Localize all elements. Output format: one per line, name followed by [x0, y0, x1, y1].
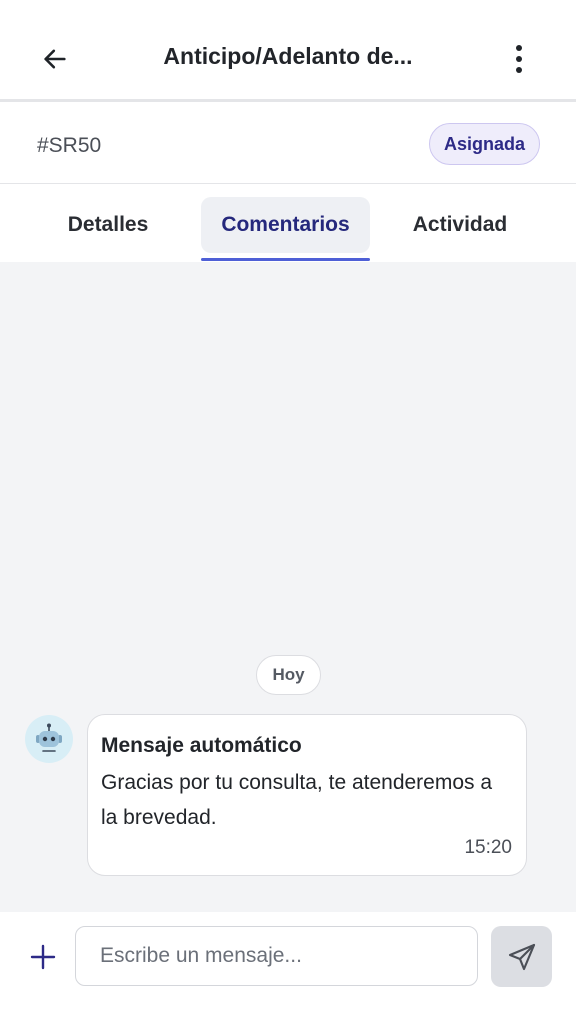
- back-button[interactable]: [34, 38, 76, 80]
- status-badge: Asignada: [428, 123, 540, 165]
- more-options-button[interactable]: [498, 38, 540, 80]
- page-title: Anticipo/Adelanto de...: [163, 43, 413, 69]
- robot-icon: [36, 723, 62, 752]
- arrow-left-icon: [44, 49, 66, 69]
- message-text: Gracias por tu consulta, te atenderemos …: [101, 771, 493, 829]
- ticket-chat-screen: Anticipo/Adelanto de... #SR50 Asignada D…: [0, 0, 576, 1024]
- message-time: 15:20: [464, 837, 512, 858]
- bot-avatar: [25, 715, 73, 763]
- send-button[interactable]: [491, 926, 552, 987]
- tab-bar: Detalles Comentarios Actividad: [0, 185, 576, 262]
- tab-detalles[interactable]: Detalles: [38, 197, 178, 253]
- tab-comentarios[interactable]: Comentarios: [201, 197, 370, 253]
- app-header: Anticipo/Adelanto de...: [0, 0, 576, 102]
- message-sender: Mensaje automático: [101, 734, 302, 757]
- active-tab-indicator: [201, 258, 370, 261]
- message-input[interactable]: [75, 926, 478, 986]
- date-separator: Hoy: [256, 655, 321, 695]
- chat-area[interactable]: Hoy Mensaje automático Gracias por tu co…: [0, 262, 576, 912]
- tab-actividad[interactable]: Actividad: [390, 197, 530, 253]
- send-icon: [508, 943, 535, 970]
- ticket-info-row: #SR50 Asignada: [0, 103, 576, 184]
- plus-icon: [30, 944, 56, 970]
- more-vertical-icon: [516, 45, 522, 73]
- message-composer: [0, 912, 576, 1024]
- ticket-id: #SR50: [37, 134, 102, 157]
- message-bubble: Mensaje automático Gracias por tu consul…: [87, 714, 527, 876]
- add-attachment-button[interactable]: [26, 940, 60, 974]
